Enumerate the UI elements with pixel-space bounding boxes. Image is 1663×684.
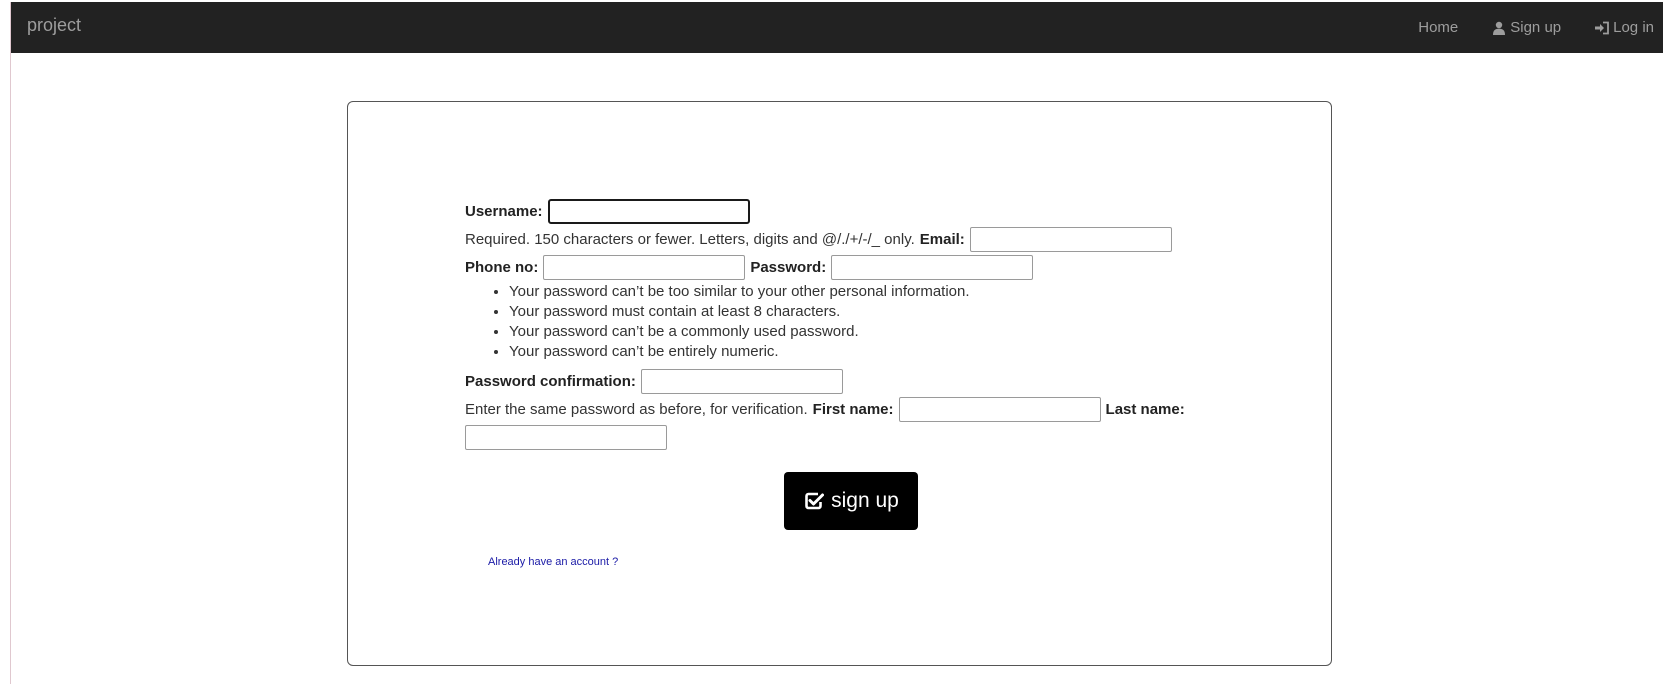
password-confirmation-label: Password confirmation: <box>465 372 636 390</box>
nav-signup-label: Sign up <box>1510 19 1562 36</box>
nav-login-label: Log in <box>1613 19 1654 36</box>
password-confirmation-input[interactable] <box>640 368 843 394</box>
nav-home-link[interactable]: Home <box>1418 19 1458 36</box>
nav-home-label: Home <box>1418 19 1459 36</box>
phone-input[interactable] <box>543 254 746 280</box>
sign-up-button-label: sign up <box>831 489 899 512</box>
phone-label: Phone no: <box>465 258 539 276</box>
confirmation-help-row: Enter the same password as before, for v… <box>465 396 1225 422</box>
nav-login-link[interactable]: Log in <box>1594 19 1654 36</box>
password-rule: Your password can’t be entirely numeric. <box>509 342 1225 362</box>
already-have-account-link[interactable]: Already have an account ? <box>488 556 618 568</box>
username-help-row: Required. 150 characters or fewer. Lette… <box>465 226 1225 252</box>
first-name-label: First name: <box>812 400 894 418</box>
username-row: Username: <box>465 198 1225 224</box>
password-rule: Your password can’t be too similar to yo… <box>509 282 1225 302</box>
phone-password-row: Phone no: Password: <box>465 254 1225 280</box>
username-input[interactable] <box>547 198 750 224</box>
username-help-text: Required. 150 characters or fewer. Lette… <box>465 230 915 248</box>
password-rule: Your password can’t be a commonly used p… <box>509 322 1225 342</box>
user-icon <box>1491 20 1507 36</box>
page-frame: project Home Sign up Log in Username: Re… <box>10 2 1663 684</box>
email-label: Email: <box>919 230 965 248</box>
password-confirmation-help-text: Enter the same password as before, for v… <box>465 400 808 418</box>
last-name-label: Last name: <box>1105 400 1185 418</box>
first-name-input[interactable] <box>898 396 1101 422</box>
navbar: project Home Sign up Log in <box>11 2 1663 53</box>
email-input[interactable] <box>969 226 1172 252</box>
check-square-icon <box>803 490 825 512</box>
username-label: Username: <box>465 202 543 220</box>
password-label: Password: <box>750 258 827 276</box>
nav-links: Home Sign up Log in <box>1418 2 1663 53</box>
signup-card: Username: Required. 150 characters or fe… <box>347 101 1332 666</box>
signup-form: Username: Required. 150 characters or fe… <box>465 198 1225 452</box>
brand-link[interactable]: project <box>27 15 81 36</box>
sign-up-button[interactable]: sign up <box>784 472 918 530</box>
login-icon <box>1594 20 1610 36</box>
password-rule: Your password must contain at least 8 ch… <box>509 302 1225 322</box>
password-confirmation-row: Password confirmation: <box>465 368 1225 394</box>
nav-signup-link[interactable]: Sign up <box>1491 19 1561 36</box>
password-rules-list: Your password can’t be too similar to yo… <box>465 282 1225 362</box>
last-name-row <box>465 424 1225 450</box>
password-input[interactable] <box>831 254 1034 280</box>
last-name-input[interactable] <box>465 424 667 450</box>
